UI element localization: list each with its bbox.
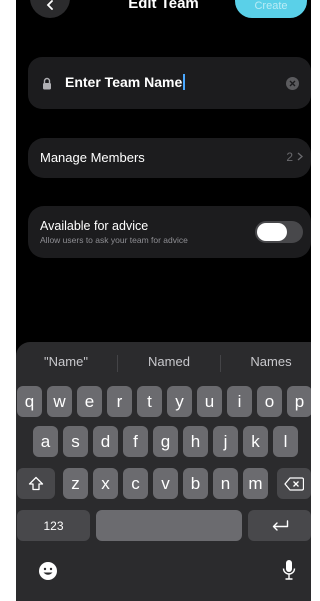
shift-key[interactable] (17, 468, 55, 499)
edit-team-screen: Edit Team Create Enter Team Name Manage … (16, 0, 311, 601)
backspace-key[interactable] (277, 468, 311, 499)
manage-members-label: Manage Members (40, 150, 145, 165)
space-key[interactable] (96, 510, 242, 541)
return-icon (272, 519, 288, 531)
key-s[interactable]: s (63, 426, 88, 457)
key-e[interactable]: e (77, 386, 102, 417)
key-o[interactable]: o (257, 386, 282, 417)
key-x[interactable]: x (93, 468, 118, 499)
suggestion-divider (117, 355, 118, 372)
key-q[interactable]: q (17, 386, 42, 417)
key-y[interactable]: y (167, 386, 192, 417)
shift-icon (28, 476, 44, 491)
backspace-icon (284, 476, 304, 491)
key-c[interactable]: c (123, 468, 148, 499)
lock-icon (43, 77, 51, 90)
keyboard: "Name" Named Names q w e r t y u i o p a… (16, 342, 311, 601)
create-button[interactable]: Create (235, 0, 307, 18)
key-g[interactable]: g (153, 426, 178, 457)
advice-toggle[interactable] (255, 221, 303, 243)
return-key[interactable] (248, 510, 311, 541)
key-k[interactable]: k (243, 426, 268, 457)
toggle-knob (257, 223, 287, 241)
key-b[interactable]: b (183, 468, 208, 499)
suggestion-1[interactable]: "Name" (24, 354, 108, 374)
emoji-icon[interactable] (38, 561, 58, 581)
key-z[interactable]: z (63, 468, 88, 499)
clear-icon[interactable] (286, 77, 299, 90)
key-n[interactable]: n (213, 468, 238, 499)
key-w[interactable]: w (47, 386, 72, 417)
key-t[interactable]: t (137, 386, 162, 417)
members-count: 2 (286, 150, 293, 164)
advice-subtitle: Allow users to ask your team for advice (40, 235, 188, 245)
numbers-key[interactable]: 123 (17, 510, 90, 541)
advice-row: Available for advice Allow users to ask … (28, 206, 311, 258)
team-name-text: Enter Team Name (65, 74, 183, 90)
manage-members-row[interactable]: Manage Members 2 (28, 138, 311, 178)
microphone-icon[interactable] (281, 559, 297, 581)
key-v[interactable]: v (153, 468, 178, 499)
key-d[interactable]: d (93, 426, 118, 457)
key-i[interactable]: i (227, 386, 252, 417)
key-l[interactable]: l (273, 426, 298, 457)
key-p[interactable]: p (287, 386, 311, 417)
key-a[interactable]: a (33, 426, 58, 457)
suggestion-2[interactable]: Named (126, 354, 212, 374)
key-m[interactable]: m (243, 468, 268, 499)
key-r[interactable]: r (107, 386, 132, 417)
chevron-right-icon (297, 152, 303, 161)
advice-title: Available for advice (40, 219, 149, 233)
team-name-input[interactable]: Enter Team Name (65, 74, 186, 90)
key-f[interactable]: f (123, 426, 148, 457)
key-j[interactable]: j (213, 426, 238, 457)
suggestion-3[interactable]: Names (228, 354, 311, 374)
text-cursor (183, 74, 186, 90)
key-u[interactable]: u (197, 386, 222, 417)
team-name-field[interactable]: Enter Team Name (28, 57, 311, 109)
suggestion-divider (220, 355, 221, 372)
key-h[interactable]: h (183, 426, 208, 457)
